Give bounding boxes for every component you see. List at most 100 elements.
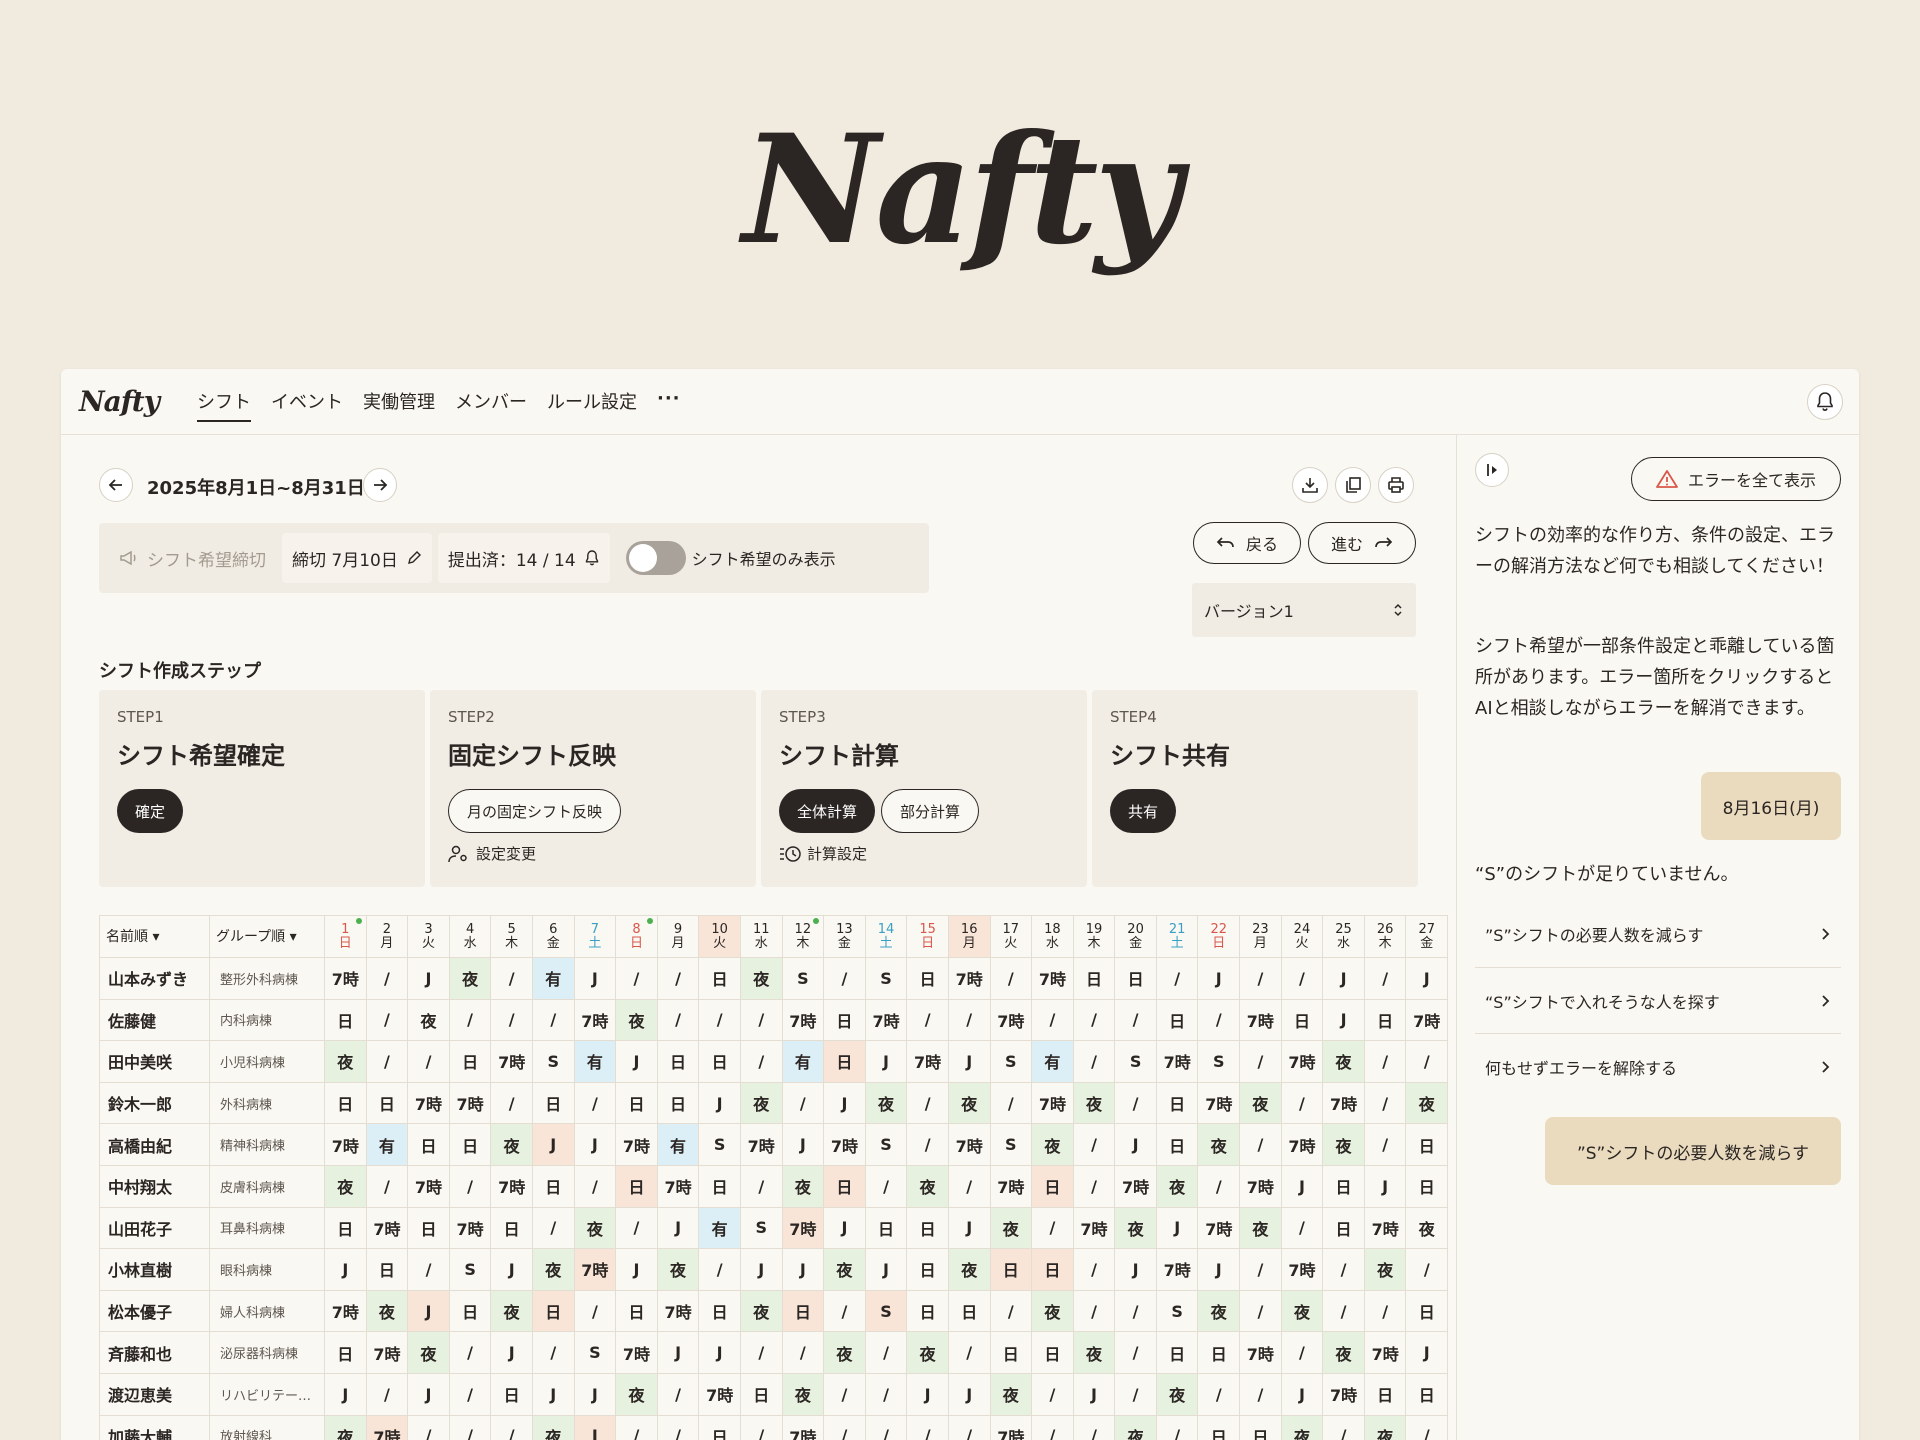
- shift-cell[interactable]: /: [1031, 1372, 1074, 1416]
- shift-cell[interactable]: /: [1072, 1414, 1116, 1440]
- shift-cell[interactable]: 夜: [1363, 1414, 1407, 1440]
- shift-cell[interactable]: /: [1114, 1372, 1157, 1416]
- shift-cell[interactable]: 7時: [448, 1206, 492, 1250]
- shift-cell[interactable]: 7時: [1322, 1081, 1365, 1125]
- shift-cell[interactable]: 夜: [531, 1248, 575, 1291]
- shift-cell[interactable]: 夜: [989, 1206, 1033, 1250]
- day-header[interactable]: 18 水: [1031, 915, 1074, 958]
- shift-cell[interactable]: 日: [1155, 1081, 1199, 1125]
- shift-cell[interactable]: J: [1405, 1331, 1449, 1374]
- shift-cell[interactable]: 7時: [823, 1123, 866, 1166]
- shift-cell[interactable]: J: [407, 1372, 450, 1416]
- shift-cell[interactable]: /: [1363, 1081, 1407, 1125]
- shift-cell[interactable]: /: [448, 1331, 492, 1374]
- day-header[interactable]: 7土: [573, 915, 617, 958]
- day-header[interactable]: 26 木: [1363, 915, 1407, 958]
- shift-cell[interactable]: /: [1072, 1289, 1116, 1333]
- day-header[interactable]: 14 土: [864, 915, 908, 958]
- day-header[interactable]: 23 月: [1239, 915, 1282, 958]
- shift-cell[interactable]: /: [615, 1414, 658, 1440]
- partial-calc-button[interactable]: 部分計算: [881, 789, 980, 833]
- shift-cell[interactable]: 夜: [1197, 1289, 1241, 1333]
- member-name[interactable]: 山本みずき: [99, 957, 210, 1000]
- shift-cell[interactable]: 日: [1405, 1289, 1449, 1333]
- shift-cell[interactable]: 夜: [1280, 1414, 1324, 1440]
- shift-cell[interactable]: J: [1072, 1372, 1116, 1416]
- shift-cell[interactable]: 日: [1072, 957, 1116, 1000]
- shift-cell[interactable]: /: [1363, 1040, 1407, 1083]
- shift-cell[interactable]: 夜: [947, 1081, 991, 1125]
- shift-cell[interactable]: 夜: [864, 1081, 908, 1125]
- day-header[interactable]: 21 土: [1155, 915, 1199, 958]
- shift-cell[interactable]: 夜: [1114, 1206, 1157, 1250]
- shift-cell[interactable]: 7時: [906, 1040, 949, 1083]
- shift-cell[interactable]: /: [1114, 1081, 1157, 1125]
- shift-cell[interactable]: 日: [615, 1289, 658, 1333]
- shift-cell[interactable]: J: [1280, 1372, 1324, 1416]
- shift-cell[interactable]: /: [1363, 1123, 1407, 1166]
- shift-cell[interactable]: /: [906, 1081, 949, 1125]
- shift-cell[interactable]: /: [1239, 1123, 1282, 1166]
- shift-cell[interactable]: /: [823, 1372, 866, 1416]
- shift-cell[interactable]: 7時: [448, 1081, 492, 1125]
- shift-cell[interactable]: /: [1072, 1123, 1116, 1166]
- member-name[interactable]: 中村翔太: [99, 1164, 210, 1208]
- shift-cell[interactable]: /: [1239, 957, 1282, 1000]
- shift-cell[interactable]: 日: [1155, 1123, 1199, 1166]
- shift-cell[interactable]: 7時: [1239, 998, 1282, 1042]
- shift-cell[interactable]: J: [1363, 1164, 1407, 1208]
- shift-cell[interactable]: 日: [324, 1331, 367, 1374]
- sort-by-name-header[interactable]: 名前順 ▾: [99, 915, 210, 958]
- shift-cell[interactable]: J: [615, 1248, 658, 1291]
- shift-cell[interactable]: /: [1114, 1289, 1157, 1333]
- shift-cell[interactable]: /: [1155, 1414, 1199, 1440]
- shift-cell[interactable]: /: [1197, 1372, 1241, 1416]
- shift-cell[interactable]: 7時: [1114, 1164, 1157, 1208]
- shift-cell[interactable]: /: [739, 1040, 783, 1083]
- shift-cell[interactable]: 日: [365, 1081, 409, 1125]
- shift-cell[interactable]: /: [1114, 1331, 1157, 1374]
- request-only-toggle[interactable]: [625, 541, 686, 575]
- shift-cell[interactable]: J: [906, 1372, 949, 1416]
- shift-cell[interactable]: 日: [698, 1164, 741, 1208]
- calc-settings-link[interactable]: 計算設定: [779, 843, 1069, 864]
- shift-cell[interactable]: J: [781, 1123, 825, 1166]
- shift-cell[interactable]: 7時: [615, 1331, 658, 1374]
- shift-cell[interactable]: 日: [490, 1372, 533, 1416]
- shift-cell[interactable]: 夜: [448, 957, 492, 1000]
- shift-cell[interactable]: S: [1197, 1040, 1241, 1083]
- shift-cell[interactable]: /: [448, 998, 492, 1042]
- shift-cell[interactable]: J: [1197, 957, 1241, 1000]
- shift-cell[interactable]: 日: [823, 998, 866, 1042]
- shift-cell[interactable]: 7時: [1155, 1040, 1199, 1083]
- undo-button[interactable]: 戻る: [1193, 522, 1301, 564]
- shift-cell[interactable]: /: [906, 1123, 949, 1166]
- shift-cell[interactable]: 7時: [1322, 1372, 1365, 1416]
- day-header[interactable]: 3火: [407, 915, 450, 958]
- redo-button[interactable]: 進む: [1308, 522, 1416, 564]
- shift-cell[interactable]: 7時: [989, 998, 1033, 1042]
- shift-cell[interactable]: /: [1239, 1372, 1282, 1416]
- shift-cell[interactable]: 夜: [615, 1372, 658, 1416]
- shift-cell[interactable]: 7時: [1072, 1206, 1116, 1250]
- shift-cell[interactable]: S: [1155, 1289, 1199, 1333]
- shift-cell[interactable]: 日: [1197, 1331, 1241, 1374]
- shift-cell[interactable]: 有: [573, 1040, 617, 1083]
- shift-cell[interactable]: J: [947, 1372, 991, 1416]
- shift-cell[interactable]: /: [1072, 1248, 1116, 1291]
- shift-cell[interactable]: 日: [531, 1164, 575, 1208]
- shift-cell[interactable]: /: [1197, 998, 1241, 1042]
- shift-cell[interactable]: 日: [531, 1081, 575, 1125]
- nav-members[interactable]: メンバー: [455, 382, 527, 422]
- day-header[interactable]: 16 月: [947, 915, 991, 958]
- download-button[interactable]: [1292, 467, 1328, 503]
- shift-cell[interactable]: /: [531, 1206, 575, 1250]
- shift-cell[interactable]: 日: [324, 1081, 367, 1125]
- shift-cell[interactable]: J: [864, 1248, 908, 1291]
- shift-cell[interactable]: 日: [324, 998, 367, 1042]
- shift-cell[interactable]: /: [1197, 1164, 1241, 1208]
- nav-shift[interactable]: シフト: [196, 382, 251, 422]
- shift-cell[interactable]: 日: [906, 1289, 949, 1333]
- shift-cell[interactable]: 7時: [324, 1289, 367, 1333]
- day-header[interactable]: 12 木: [781, 915, 825, 958]
